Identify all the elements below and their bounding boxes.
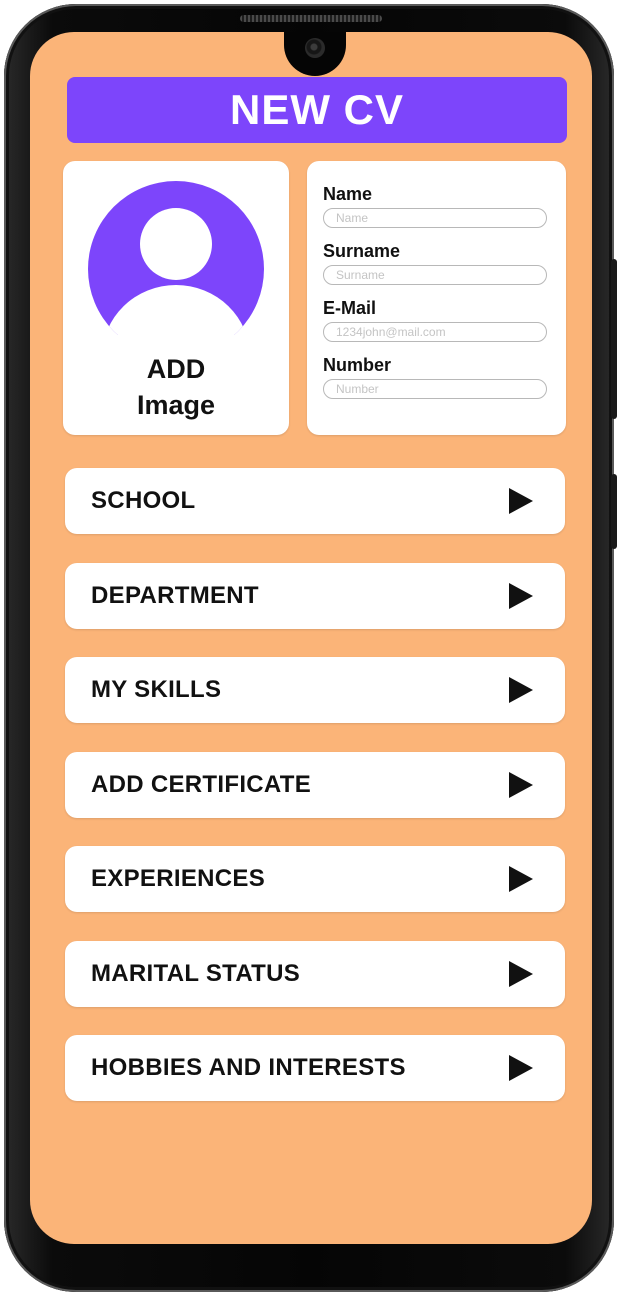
menu-item-department[interactable]: DEPARTMENT: [65, 562, 565, 629]
name-input[interactable]: [323, 208, 547, 228]
menu-item-experiences[interactable]: EXPERIENCES: [65, 846, 565, 912]
menu-item-add-certificate[interactable]: ADD CERTIFICATE: [65, 751, 565, 818]
volume-button: [611, 259, 617, 419]
add-image-card[interactable]: ADD Image: [63, 161, 289, 435]
cv-section-menu: SCHOOL DEPARTMENT MY SKILLS ADD CERTIFIC…: [65, 468, 565, 1130]
menu-item-label: DEPARTMENT: [91, 581, 259, 609]
play-arrow-icon: [509, 771, 533, 798]
add-image-label-line2: Image: [136, 390, 216, 420]
power-button: [611, 474, 617, 549]
menu-item-label: ADD CERTIFICATE: [91, 770, 312, 798]
speaker-grille: [240, 15, 382, 22]
play-arrow-icon: [509, 866, 533, 892]
play-arrow-icon: [509, 1055, 533, 1081]
menu-item-label: HOBBIES AND INTERESTS: [91, 1054, 406, 1081]
play-arrow-icon: [509, 677, 533, 703]
email-field-group: E-Mail: [323, 297, 550, 342]
play-arrow-icon: [509, 582, 533, 609]
add-image-label-line1: ADD: [146, 354, 206, 384]
menu-item-label: MY SKILLS: [91, 676, 222, 703]
surname-field-group: Surname: [323, 240, 550, 285]
name-label: Name: [323, 184, 373, 204]
surname-input[interactable]: [323, 265, 547, 285]
front-camera-icon: [305, 38, 325, 58]
menu-item-school[interactable]: SCHOOL: [65, 468, 565, 534]
app-screen: NEW CV ADD Image Name Name Surname Surna…: [30, 32, 592, 1244]
notch: [284, 32, 346, 76]
menu-item-my-skills[interactable]: MY SKILLS: [65, 657, 565, 723]
play-arrow-icon: [509, 960, 533, 987]
number-label: Number: [323, 355, 392, 375]
header-bar: NEW CV: [67, 77, 567, 143]
name-field-group: Name: [323, 183, 550, 228]
personal-info-form: Name Surname E-Mail Number: [307, 161, 566, 435]
add-image-label: ADD Image: [63, 351, 289, 423]
email-input[interactable]: [323, 322, 547, 342]
surname-label: Surname: [323, 241, 401, 261]
menu-item-label: MARITAL STATUS: [91, 959, 301, 987]
email-label: E-Mail: [323, 298, 377, 318]
menu-item-marital-status[interactable]: MARITAL STATUS: [65, 940, 565, 1007]
number-input[interactable]: [323, 379, 547, 399]
page-title: NEW CV: [230, 86, 404, 133]
avatar-placeholder-icon: [88, 181, 264, 357]
number-field-group: Number: [323, 354, 550, 399]
play-arrow-icon: [509, 488, 533, 514]
menu-item-label: SCHOOL: [91, 487, 196, 514]
phone-frame: NEW CV ADD Image Name Name Surname Surna…: [4, 4, 617, 1292]
menu-item-label: EXPERIENCES: [91, 865, 266, 892]
menu-item-hobbies-and-interests[interactable]: HOBBIES AND INTERESTS: [65, 1035, 565, 1101]
